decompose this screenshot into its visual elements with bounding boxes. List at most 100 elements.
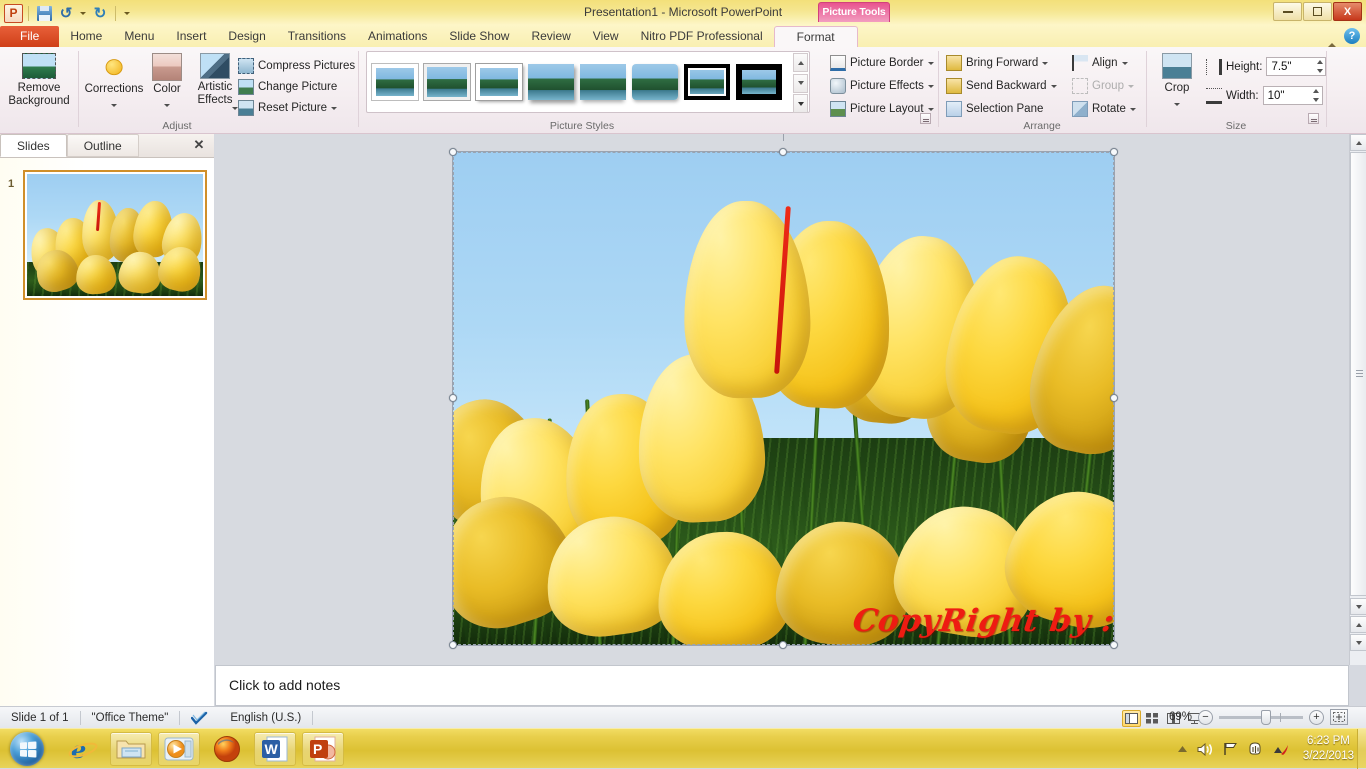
- help-icon[interactable]: ?: [1344, 28, 1360, 44]
- chevron-down-icon[interactable]: [1050, 84, 1057, 88]
- resize-handle-sw[interactable]: [449, 641, 457, 649]
- fit-to-window-button[interactable]: [1330, 709, 1348, 725]
- tab-insert[interactable]: Insert: [165, 26, 217, 47]
- pane-tab-outline[interactable]: Outline: [66, 134, 139, 157]
- tab-review[interactable]: Review: [520, 26, 581, 47]
- chevron-down-icon[interactable]: [927, 107, 934, 111]
- slide-thumbnail[interactable]: [23, 170, 207, 300]
- resize-handle-se[interactable]: [1110, 641, 1118, 649]
- reset-picture-command[interactable]: Reset Picture: [238, 100, 338, 116]
- tab-animations[interactable]: Animations: [357, 26, 438, 47]
- zoom-out-button[interactable]: −: [1198, 709, 1213, 725]
- height-field[interactable]: Height:: [1206, 57, 1327, 76]
- width-spin-up-icon[interactable]: [1312, 88, 1321, 94]
- list-item[interactable]: 1: [4, 170, 210, 302]
- volume-icon[interactable]: [1197, 742, 1214, 757]
- picture-style-5[interactable]: [632, 64, 678, 100]
- picture-style-0[interactable]: [371, 63, 419, 101]
- tab-slide-show[interactable]: Slide Show: [438, 26, 520, 47]
- chevron-down-icon[interactable]: [1042, 61, 1049, 65]
- taskbar-item-windows-media-player[interactable]: [158, 732, 200, 766]
- taskbar-item-microsoft-word[interactable]: W: [254, 732, 296, 766]
- tab-menu[interactable]: Menu: [113, 26, 165, 47]
- picture-style-3[interactable]: [528, 64, 574, 100]
- slide-editing-area[interactable]: CopyRight by : @giangrahyu: [215, 134, 1366, 665]
- crop-button[interactable]: Crop: [1154, 53, 1200, 109]
- network-icon[interactable]: [1223, 742, 1239, 757]
- picture-style-7[interactable]: [736, 64, 782, 100]
- tab-transitions[interactable]: Transitions: [277, 26, 357, 47]
- close-button[interactable]: X: [1333, 2, 1362, 21]
- chevron-down-icon[interactable]: [1174, 102, 1180, 106]
- previous-slide-icon[interactable]: [1350, 616, 1366, 633]
- picture-style-2[interactable]: [475, 63, 523, 101]
- taskbar-item-microsoft-powerpoint[interactable]: P: [302, 732, 344, 766]
- picture-style-4[interactable]: [580, 64, 626, 100]
- slide-counter[interactable]: Slide 1 of 1: [0, 707, 80, 729]
- spellcheck-icon[interactable]: [180, 707, 219, 729]
- corrections-button[interactable]: Corrections: [84, 53, 144, 110]
- resize-handle-nw[interactable]: [449, 148, 457, 156]
- send-backward-command[interactable]: Send Backward: [946, 78, 1057, 94]
- bring-forward-command[interactable]: Bring Forward: [946, 55, 1049, 71]
- app-logo-icon[interactable]: P: [4, 3, 23, 23]
- minimize-button[interactable]: [1273, 2, 1302, 21]
- resize-handle-n[interactable]: [779, 148, 787, 156]
- antivirus-icon[interactable]: [1273, 742, 1290, 757]
- tab-format[interactable]: Format: [773, 26, 858, 48]
- selection-pane-command[interactable]: Selection Pane: [946, 101, 1043, 117]
- theme-name[interactable]: "Office Theme": [81, 707, 180, 729]
- chevron-down-icon[interactable]: [111, 103, 117, 107]
- notes-placeholder[interactable]: Click to add notes: [229, 677, 340, 693]
- scroll-up-icon[interactable]: [1350, 134, 1366, 151]
- width-field[interactable]: Width:: [1206, 86, 1323, 105]
- chevron-down-icon[interactable]: [927, 61, 934, 65]
- tab-nitro-pdf[interactable]: Nitro PDF Professional: [630, 26, 774, 47]
- picture-styles-gallery[interactable]: [366, 51, 810, 113]
- compress-pictures-command[interactable]: Picture Border Compress Pictures: [238, 58, 355, 74]
- tab-design[interactable]: Design: [217, 26, 276, 47]
- picture-style-1[interactable]: [423, 63, 471, 101]
- remove-background-button[interactable]: Remove Background: [8, 53, 70, 107]
- resize-handle-w[interactable]: [449, 394, 457, 402]
- next-slide-icon[interactable]: [1350, 634, 1366, 651]
- resize-handle-e[interactable]: [1110, 394, 1118, 402]
- undo-dropdown-icon[interactable]: [78, 3, 88, 23]
- gallery-more-icon[interactable]: [793, 94, 808, 113]
- show-desktop-button[interactable]: [1357, 729, 1366, 769]
- notes-pane[interactable]: Click to add notes: [215, 665, 1349, 706]
- color-button[interactable]: Color: [146, 53, 188, 110]
- change-picture-command[interactable]: Change Picture: [238, 79, 337, 95]
- chevron-down-icon[interactable]: [1121, 61, 1128, 65]
- action-center-icon[interactable]: [1248, 741, 1264, 757]
- maximize-button[interactable]: [1303, 2, 1332, 21]
- height-spin-down-icon[interactable]: [1315, 68, 1324, 74]
- close-pane-icon[interactable]: ✕: [192, 137, 206, 152]
- zoom-in-button[interactable]: +: [1309, 709, 1324, 725]
- zoom-slider[interactable]: [1219, 709, 1303, 725]
- vertical-scrollbar[interactable]: [1349, 134, 1366, 665]
- tab-home[interactable]: Home: [59, 26, 113, 47]
- picture-effects-command[interactable]: Picture Effects: [830, 78, 934, 94]
- show-hidden-icons-icon[interactable]: [1177, 745, 1188, 754]
- language-indicator[interactable]: English (U.S.): [219, 707, 312, 729]
- chevron-down-icon[interactable]: [164, 103, 170, 107]
- taskbar-item-mozilla-firefox[interactable]: [206, 732, 248, 766]
- gallery-scroll-up-icon[interactable]: [793, 53, 808, 72]
- align-command[interactable]: Align: [1072, 55, 1128, 71]
- save-icon[interactable]: [34, 3, 54, 23]
- undo-icon[interactable]: ↺: [56, 3, 76, 23]
- tab-view[interactable]: View: [582, 26, 630, 47]
- scrollbar-thumb[interactable]: [1350, 152, 1366, 596]
- chevron-down-icon[interactable]: [331, 106, 338, 110]
- chevron-down-icon[interactable]: [1129, 107, 1136, 111]
- picture-style-6[interactable]: [684, 64, 730, 100]
- pane-tab-slides[interactable]: Slides: [0, 134, 67, 157]
- taskbar-item-internet-explorer[interactable]: e: [62, 732, 104, 766]
- zoom-slider-thumb[interactable]: [1261, 709, 1271, 725]
- picture-layout-command[interactable]: Picture Layout: [830, 101, 934, 117]
- taskbar-item-windows-explorer[interactable]: [110, 732, 152, 766]
- slide-sorter-button[interactable]: [1143, 710, 1162, 727]
- redo-icon[interactable]: ↻: [90, 3, 110, 23]
- picture-styles-dialog-launcher[interactable]: [920, 113, 931, 124]
